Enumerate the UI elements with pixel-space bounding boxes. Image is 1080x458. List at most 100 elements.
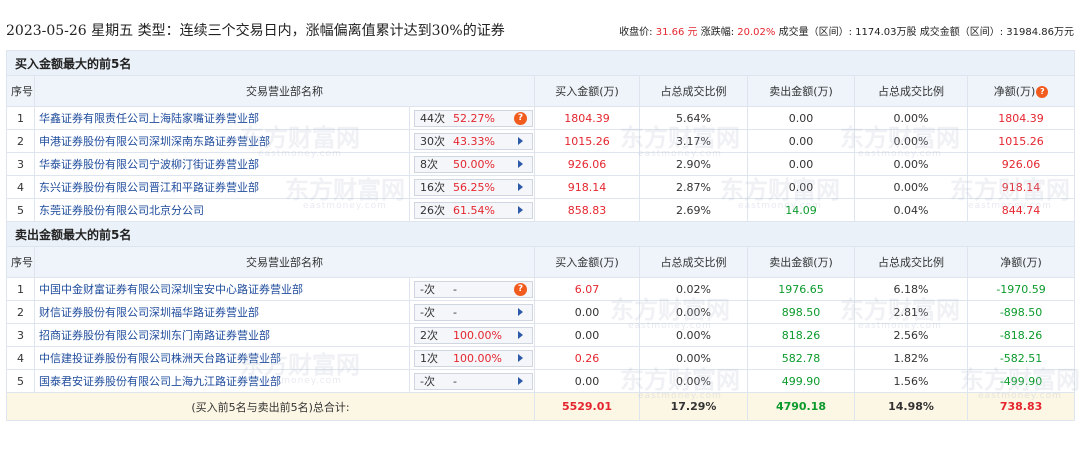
- broker-link[interactable]: 中国中金财富证券有限公司深圳宝安中心路证券营业部: [34, 277, 410, 301]
- turnover-value: 31984.86万元: [1006, 27, 1074, 38]
- broker-stat-box[interactable]: 2次 100.00%: [414, 326, 533, 344]
- row-rank: 5: [6, 369, 35, 393]
- expand-action[interactable]: [509, 137, 532, 145]
- broker-link[interactable]: 东兴证券股份有限公司晋江和平路证券营业部: [34, 175, 410, 199]
- broker-stat-cell: 1次 100.00%: [409, 346, 535, 370]
- question-icon[interactable]: ?: [514, 282, 527, 296]
- broker-link[interactable]: 东莞证券股份有限公司北京分公司: [34, 198, 410, 222]
- broker-stat-box[interactable]: -次 -: [414, 303, 533, 321]
- total-row: (买入前5名与卖出前5名)总合计: 5529.01 17.29% 4790.18…: [6, 392, 1076, 421]
- broker-stat-cell: 44次 52.27%?: [409, 106, 535, 130]
- broker-stat-box[interactable]: 26次 61.54%: [414, 201, 533, 219]
- broker-stat-box[interactable]: -次 -: [414, 372, 533, 390]
- broker-stat-box[interactable]: 44次 52.27%?: [414, 109, 533, 127]
- buy-amount: 858.83: [534, 198, 640, 222]
- expand-action[interactable]: [509, 377, 532, 385]
- arrow-right-icon[interactable]: [518, 137, 523, 145]
- broker-stat-cell: 2次 100.00%: [409, 323, 535, 347]
- arrow-right-icon[interactable]: [518, 377, 523, 385]
- total-net: 738.83: [966, 392, 1076, 421]
- arrow-right-icon[interactable]: [518, 308, 523, 316]
- broker-stat-box[interactable]: -次 -?: [414, 280, 533, 298]
- broker-stat-cell: -次 -: [409, 369, 535, 393]
- top-info-bar: 2023-05-26 星期五 类型：连续三个交易日内，涨幅偏离值累计达到30%的…: [0, 0, 1080, 50]
- buy-amount: 6.07: [534, 277, 640, 301]
- broker-link[interactable]: 华鑫证券有限责任公司上海陆家嘴证券营业部: [34, 106, 410, 130]
- row-rank: 1: [6, 106, 35, 130]
- total-label: (买入前5名与卖出前5名)总合计:: [6, 392, 535, 421]
- buy-ratio: 2.90%: [639, 152, 748, 176]
- net-amount: -499.90: [966, 369, 1076, 393]
- col-buy: 买入金额(万): [534, 246, 640, 278]
- question-icon[interactable]: ?: [514, 111, 527, 125]
- sell-ratio: 1.56%: [854, 369, 968, 393]
- appear-count: -次: [420, 306, 435, 319]
- buy-ratio: 0.00%: [639, 323, 748, 347]
- net-amount: 926.06: [966, 152, 1076, 176]
- page-title: 2023-05-26 星期五 类型：连续三个交易日内，涨幅偏离值累计达到30%的…: [6, 23, 505, 39]
- broker-stat-box[interactable]: 16次 56.25%: [414, 178, 533, 196]
- buy-amount: 0.00: [534, 369, 640, 393]
- buy-ratio: 0.00%: [639, 369, 748, 393]
- expand-action[interactable]: [509, 183, 532, 191]
- total-buy-ratio: 17.29%: [639, 392, 748, 421]
- broker-link[interactable]: 华泰证券股份有限公司宁波柳汀街证券营业部: [34, 152, 410, 176]
- broker-link[interactable]: 招商证券股份有限公司深圳东门南路证券营业部: [34, 323, 410, 347]
- expand-action[interactable]: [509, 308, 532, 316]
- buy-amount: 1804.39: [534, 106, 640, 130]
- broker-stat-box[interactable]: 8次 50.00%: [414, 155, 533, 173]
- broker-stat-cell: -次 -: [409, 300, 535, 324]
- row-rank: 1: [6, 277, 35, 301]
- win-rate: 43.33%: [453, 134, 495, 148]
- broker-link[interactable]: 中信建投证券股份有限公司株洲天台路证券营业部: [34, 346, 410, 370]
- row-rank: 2: [6, 300, 35, 324]
- win-rate: -: [453, 282, 457, 296]
- change-value: 20.02%: [737, 27, 776, 38]
- buy-ratio: 2.87%: [639, 175, 748, 199]
- expand-action[interactable]: ?: [509, 111, 532, 125]
- win-rate: 100.00%: [453, 328, 502, 342]
- arrow-right-icon[interactable]: [518, 183, 523, 191]
- table-row: 1 中国中金财富证券有限公司深圳宝安中心路证券营业部 -次 -? 6.07 0.02% 19…: [6, 277, 1076, 301]
- appear-count: 44次: [420, 112, 445, 125]
- broker-link[interactable]: 财信证券股份有限公司深圳福华路证券营业部: [34, 300, 410, 324]
- expand-action[interactable]: ?: [509, 282, 532, 296]
- arrow-right-icon[interactable]: [518, 206, 523, 214]
- col-buy: 买入金额(万): [534, 75, 640, 107]
- expand-action[interactable]: [509, 206, 532, 214]
- arrow-right-icon[interactable]: [518, 331, 523, 339]
- stock-stats: 收盘价: 31.66 元 涨跌幅: 20.02% 成交量（区间）: 1174.0…: [619, 23, 1074, 38]
- appear-count: 1次: [420, 352, 438, 365]
- win-rate: -: [453, 305, 457, 319]
- buy-ratio: 0.02%: [639, 277, 748, 301]
- sell-section-title: 卖出金额最大的前5名: [5, 221, 1076, 247]
- row-rank: 4: [6, 346, 35, 370]
- expand-action[interactable]: [509, 331, 532, 339]
- arrow-right-icon[interactable]: [518, 354, 523, 362]
- change-label: 涨跌幅:: [700, 27, 735, 38]
- total-buy: 5529.01: [534, 392, 640, 421]
- buy-section: 买入金额最大的前5名 序号 交易营业部名称 买入金额(万) 占总成交比例 卖出金…: [5, 50, 1076, 222]
- broker-stat-cell: 26次 61.54%: [409, 198, 535, 222]
- broker-stat-box[interactable]: 1次 100.00%: [414, 349, 533, 367]
- broker-stat-cell: 8次 50.00%: [409, 152, 535, 176]
- buy-table-header: 序号 交易营业部名称 买入金额(万) 占总成交比例 卖出金额(万) 占总成交比例…: [6, 75, 1076, 107]
- appear-count: -次: [420, 283, 435, 296]
- expand-action[interactable]: [509, 160, 532, 168]
- sell-amount: 582.78: [747, 346, 855, 370]
- table-row: 5 东莞证券股份有限公司北京分公司 26次 61.54% 858.83 2.69% 14.0…: [6, 198, 1076, 222]
- table-row: 3 华泰证券股份有限公司宁波柳汀街证券营业部 8次 50.00% 926.06 2.90%…: [6, 152, 1076, 176]
- expand-action[interactable]: [509, 354, 532, 362]
- table-row: 3 招商证券股份有限公司深圳东门南路证券营业部 2次 100.00% 0.00 0.00%…: [6, 323, 1076, 347]
- col-broker: 交易营业部名称: [34, 246, 535, 278]
- appear-count: 2次: [420, 329, 438, 342]
- question-icon[interactable]: ?: [1036, 86, 1049, 98]
- net-amount: 1804.39: [966, 106, 1076, 130]
- arrow-right-icon[interactable]: [518, 160, 523, 168]
- total-section: (买入前5名与卖出前5名)总合计: 5529.01 17.29% 4790.18…: [6, 392, 1076, 421]
- broker-link[interactable]: 申港证券股份有限公司深圳深南东路证券营业部: [34, 129, 410, 153]
- broker-link[interactable]: 国泰君安证券股份有限公司上海九江路证券营业部: [34, 369, 410, 393]
- broker-stat-cell: 30次 43.33%: [409, 129, 535, 153]
- col-buy-ratio: 占总成交比例: [639, 75, 748, 107]
- broker-stat-box[interactable]: 30次 43.33%: [414, 132, 533, 150]
